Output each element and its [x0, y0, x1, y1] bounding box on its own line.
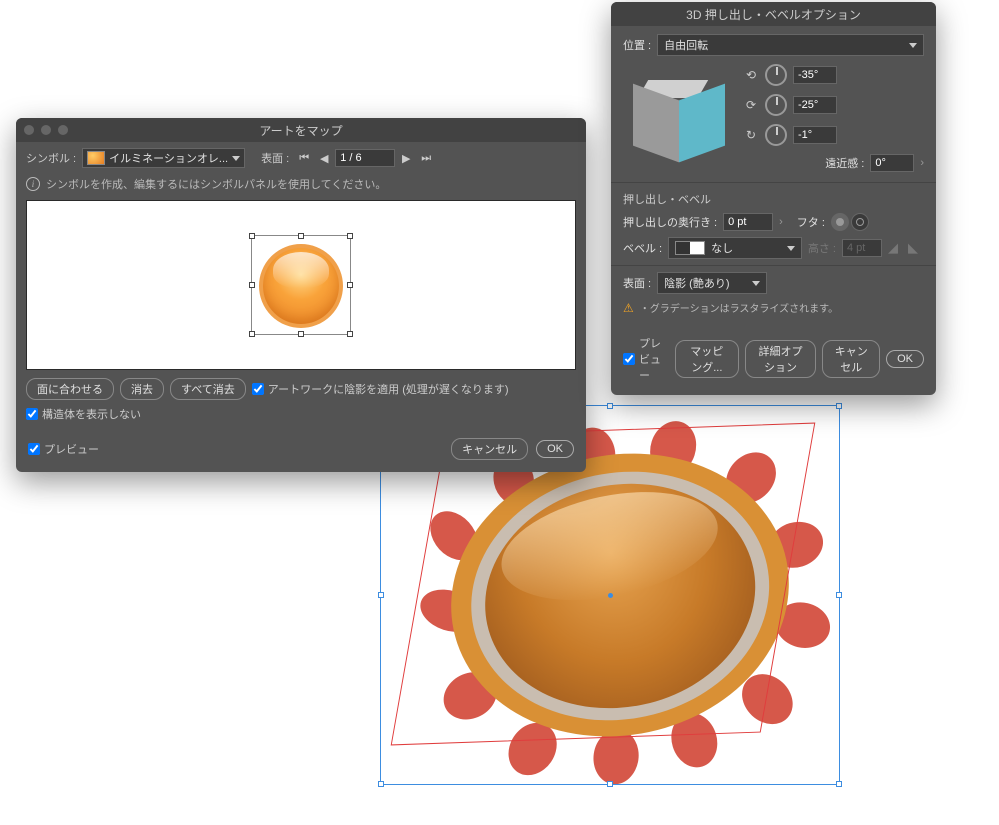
perspective-input[interactable] — [870, 154, 914, 172]
cap-off-icon[interactable] — [851, 213, 869, 231]
cap-label: フタ : — [797, 214, 825, 230]
warning-text: ・グラデーションはラスタライズされます。 — [640, 300, 838, 315]
surface-label: 表面 : — [261, 150, 289, 166]
symbol-name: イルミネーションオレ... — [109, 150, 228, 166]
ok-button[interactable]: OK — [886, 350, 924, 368]
height-label: 高さ : — [808, 240, 836, 256]
chevron-down-icon — [787, 246, 795, 251]
info-icon: i — [26, 177, 40, 191]
resize-handle[interactable] — [298, 331, 304, 337]
resize-handle[interactable] — [249, 233, 255, 239]
preview-checkbox[interactable]: プレビュー — [28, 441, 99, 457]
next-surface-button[interactable]: ▶ — [397, 149, 415, 167]
selection-handle[interactable] — [378, 781, 384, 787]
map-art-button[interactable]: マッピング... — [675, 340, 739, 378]
y-rotation-input[interactable] — [793, 96, 837, 114]
map-canvas[interactable] — [26, 200, 576, 370]
cancel-button[interactable]: キャンセル — [451, 438, 528, 460]
resize-handle[interactable] — [249, 282, 255, 288]
rotation-cube-widget[interactable] — [623, 64, 723, 174]
chevron-down-icon — [909, 43, 917, 48]
symbol-swatch-icon — [87, 151, 105, 165]
selection-handle[interactable] — [607, 781, 613, 787]
warning-icon: ⚠ — [623, 301, 634, 315]
window-controls[interactable] — [24, 125, 68, 135]
perspective-label: 遠近感 : — [825, 155, 864, 171]
z-rotation-dial[interactable] — [765, 124, 787, 146]
first-surface-button[interactable]: ⏮ — [295, 149, 313, 167]
bevel-dropdown[interactable]: なし — [668, 237, 802, 259]
resize-handle[interactable] — [347, 282, 353, 288]
z-rotation-input[interactable] — [793, 126, 837, 144]
surface-input[interactable] — [335, 149, 395, 167]
extrude-section-title: 押し出し・ベベル — [623, 191, 924, 207]
mapped-symbol-preview — [259, 244, 343, 328]
info-text: シンボルを作成、編集するにはシンボルパネルを使用してください。 — [46, 176, 386, 192]
y-axis-icon: ⟳ — [743, 97, 759, 113]
surface-dropdown[interactable]: 陰影 (艶あり) — [657, 272, 767, 294]
cap-on-icon[interactable] — [831, 213, 849, 231]
clear-button[interactable]: 消去 — [120, 378, 164, 400]
scale-to-fit-button[interactable]: 面に合わせる — [26, 378, 114, 400]
map-art-dialog: アートをマップ シンボル : イルミネーションオレ... 表面 : ⏮ ◀ ▶ … — [16, 118, 586, 472]
symbol-dropdown[interactable]: イルミネーションオレ... — [82, 148, 245, 168]
clear-all-button[interactable]: すべて消去 — [170, 378, 246, 400]
preview-checkbox[interactable]: プレビュー — [623, 335, 669, 383]
resize-handle[interactable] — [298, 233, 304, 239]
last-surface-button[interactable]: ⏭ — [417, 149, 435, 167]
stepper-icon[interactable]: › — [779, 216, 783, 228]
selection-handle[interactable] — [836, 781, 842, 787]
stepper-icon[interactable]: › — [920, 157, 924, 169]
x-rotation-input[interactable] — [793, 66, 837, 84]
chevron-down-icon — [232, 156, 240, 161]
dialog-title: 3D 押し出し・ベベルオプション — [611, 6, 936, 23]
chevron-down-icon — [752, 281, 760, 286]
selection-handle[interactable] — [836, 592, 842, 598]
shade-artwork-checkbox[interactable]: アートワークに陰影を適用 (処理が遅くなります) — [252, 381, 509, 397]
resize-handle[interactable] — [347, 331, 353, 337]
more-options-button[interactable]: 詳細オプション — [745, 340, 817, 378]
z-axis-icon: ↻ — [743, 127, 759, 143]
prev-surface-button[interactable]: ◀ — [315, 149, 333, 167]
ok-button[interactable]: OK — [536, 440, 574, 458]
height-input — [842, 239, 882, 257]
invisible-geometry-checkbox[interactable]: 構造体を表示しない — [26, 406, 141, 422]
position-label: 位置 : — [623, 37, 651, 53]
titlebar[interactable]: 3D 押し出し・ベベルオプション — [611, 2, 936, 26]
symbol-label: シンボル : — [26, 150, 76, 166]
cancel-button[interactable]: キャンセル — [822, 340, 880, 378]
3d-extrude-dialog: 3D 押し出し・ベベルオプション 位置 : 自由回転 ⟲ — [611, 2, 936, 395]
depth-label: 押し出しの奥行き : — [623, 214, 717, 230]
titlebar[interactable]: アートをマップ — [16, 118, 586, 142]
depth-input[interactable] — [723, 213, 773, 231]
y-rotation-dial[interactable] — [765, 94, 787, 116]
resize-handle[interactable] — [347, 233, 353, 239]
x-axis-icon: ⟲ — [743, 67, 759, 83]
bevel-in-icon: ◢ — [888, 240, 904, 256]
selection-handle[interactable] — [607, 403, 613, 409]
position-dropdown[interactable]: 自由回転 — [657, 34, 924, 56]
x-rotation-dial[interactable] — [765, 64, 787, 86]
selection-handle[interactable] — [378, 592, 384, 598]
selection-handle[interactable] — [836, 403, 842, 409]
bevel-label: ベベル : — [623, 240, 662, 256]
surface-label: 表面 : — [623, 275, 651, 291]
bevel-swatch-icon — [675, 241, 705, 255]
art-bounding-box[interactable] — [251, 235, 351, 335]
resize-handle[interactable] — [249, 331, 255, 337]
selection-center — [608, 593, 613, 598]
bevel-out-icon: ◣ — [908, 240, 924, 256]
dialog-title: アートをマップ — [16, 122, 586, 139]
